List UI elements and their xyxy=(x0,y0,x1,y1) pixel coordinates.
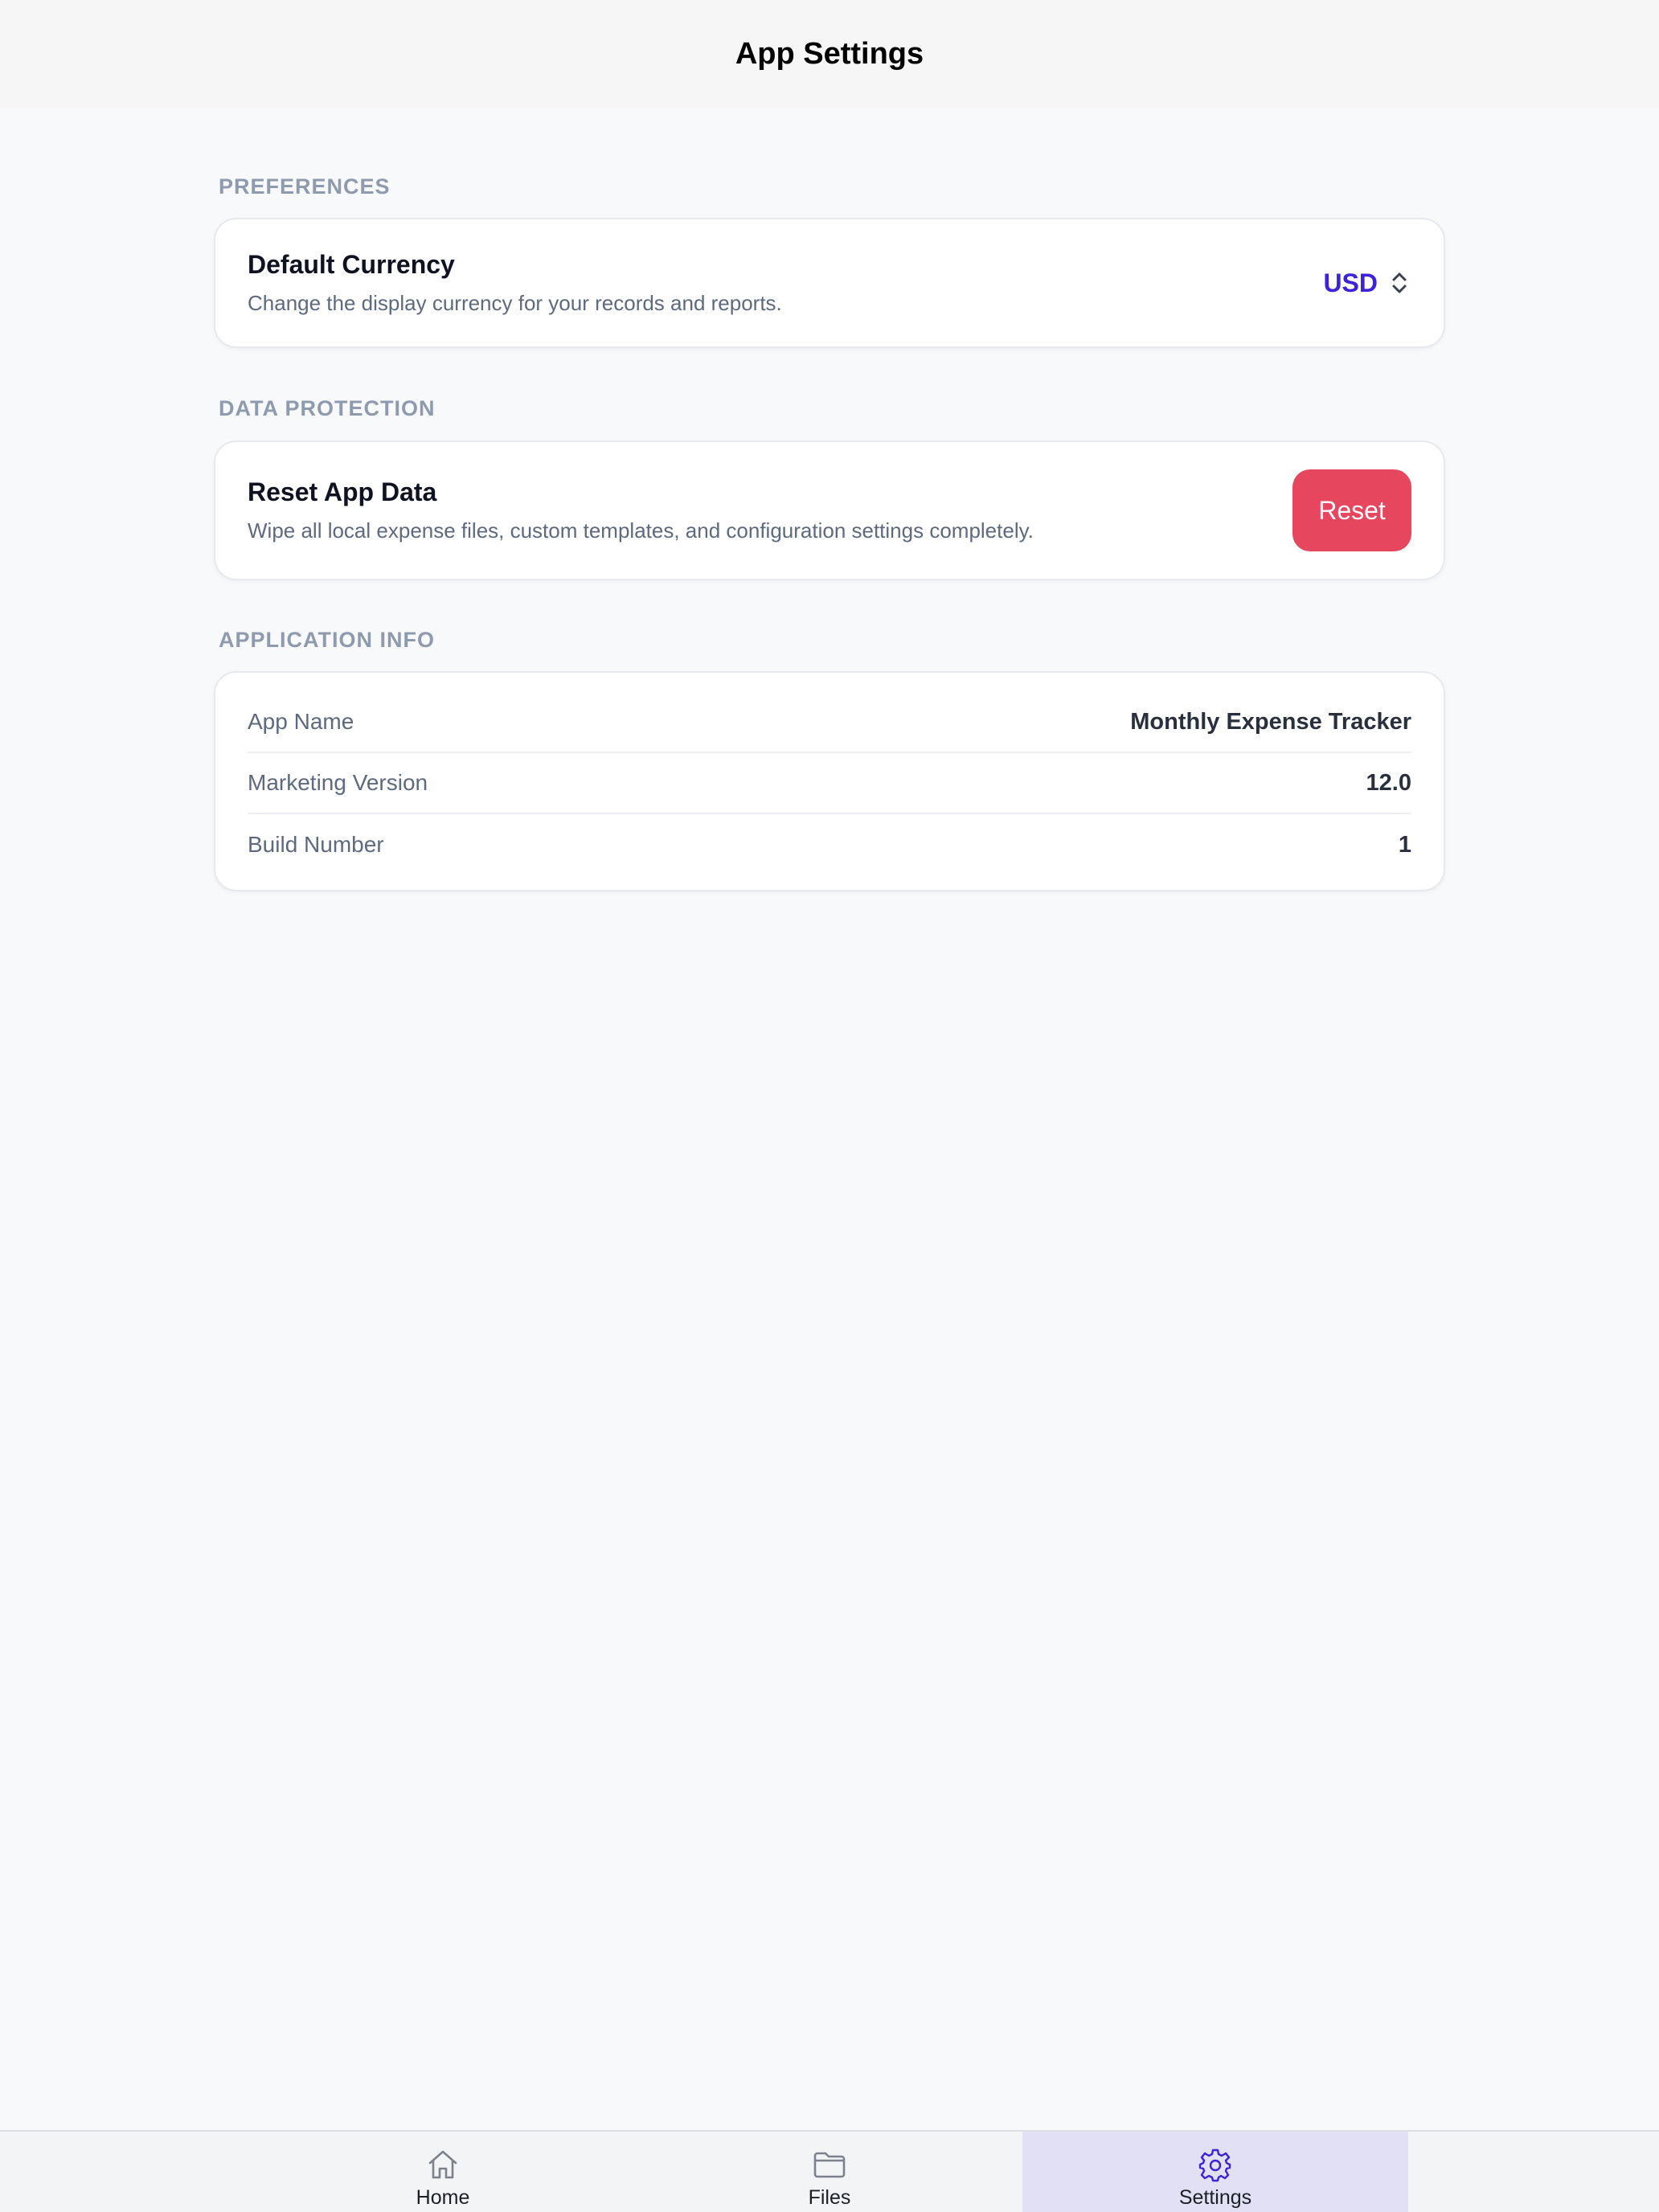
reset-description: Wipe all local expense files, custom tem… xyxy=(248,518,1034,543)
tab-settings[interactable]: Settings xyxy=(1022,2132,1408,2212)
info-key: Build Number xyxy=(248,832,384,857)
currency-picker[interactable]: USD xyxy=(1323,268,1411,298)
currency-description: Change the display currency for your rec… xyxy=(248,291,782,315)
currency-value: USD xyxy=(1323,268,1378,297)
info-row-app-name: App Name Monthly Expense Tracker xyxy=(248,692,1411,753)
info-row-marketing-version: Marketing Version 12.0 xyxy=(248,753,1411,814)
section-label-application-info: APPLICATION INFO xyxy=(219,628,435,652)
reset-title: Reset App Data xyxy=(248,477,437,506)
home-icon xyxy=(428,2150,457,2179)
app-root: App Settings PREFERENCES Default Currenc… xyxy=(0,0,1659,2212)
tab-label: Files xyxy=(808,2186,851,2209)
reset-card: Reset App Data Wipe all local expense fi… xyxy=(214,440,1445,580)
tab-home[interactable]: Home xyxy=(250,2132,636,2212)
info-key: Marketing Version xyxy=(248,770,428,795)
page-title: App Settings xyxy=(735,37,924,71)
currency-card: Default Currency Change the display curr… xyxy=(214,218,1445,348)
info-key: App Name xyxy=(248,709,354,734)
reset-button[interactable]: Reset xyxy=(1292,469,1411,551)
reset-text: Reset App Data Wipe all local expense fi… xyxy=(248,477,1034,543)
chevron-up-down-icon xyxy=(1392,272,1407,293)
top-bar: App Settings xyxy=(0,0,1659,109)
info-row-build-number: Build Number 1 xyxy=(248,814,1411,875)
section-label-preferences: PREFERENCES xyxy=(219,174,391,199)
tab-files[interactable]: Files xyxy=(637,2132,1022,2212)
gear-icon xyxy=(1198,2149,1231,2182)
app-info-card: App Name Monthly Expense Tracker Marketi… xyxy=(214,671,1445,891)
info-value: 12.0 xyxy=(1366,769,1411,796)
currency-text: Default Currency Change the display curr… xyxy=(248,250,782,316)
tab-label: Home xyxy=(416,2186,470,2209)
currency-title: Default Currency xyxy=(248,250,455,279)
tab-bar: Home Files Settings xyxy=(0,2130,1659,2212)
info-value: 1 xyxy=(1398,831,1411,858)
info-value: Monthly Expense Tracker xyxy=(1130,708,1411,735)
tab-label: Settings xyxy=(1178,2186,1252,2209)
folder-icon xyxy=(813,2152,846,2178)
section-label-data-protection: DATA PROTECTION xyxy=(219,396,436,420)
